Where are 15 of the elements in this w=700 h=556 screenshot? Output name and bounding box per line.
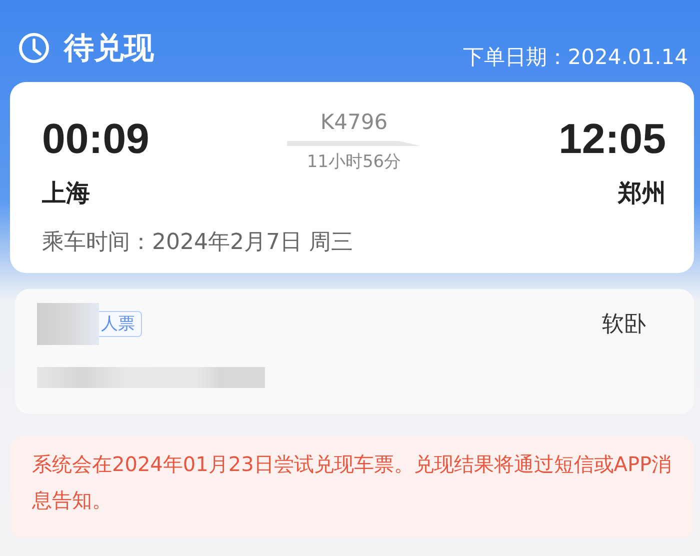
departure-station: 上海	[42, 178, 90, 209]
arrival-station: 郑州	[618, 178, 666, 209]
notice-text: 系统会在2024年01月23日尝试兑现车票。兑现结果将通过短信或APP消息告知。	[32, 451, 673, 514]
order-status: 待兑现	[64, 30, 154, 68]
order-date: 下单日期：2024.01.14	[462, 44, 688, 71]
departure-time: 00:09	[42, 114, 150, 162]
ride-time: 乘车时间：2024年2月7日 周三	[42, 229, 354, 257]
clock-icon	[18, 32, 50, 64]
train-number: K4796	[320, 110, 388, 134]
trip-duration: 11小时56分	[306, 151, 402, 173]
blurred-name	[37, 303, 99, 345]
arrival-time: 12:05	[558, 114, 666, 162]
seat-type: 软卧	[602, 311, 646, 339]
ticket-type-tag: 人票	[99, 311, 142, 337]
arrow-icon	[287, 138, 421, 146]
